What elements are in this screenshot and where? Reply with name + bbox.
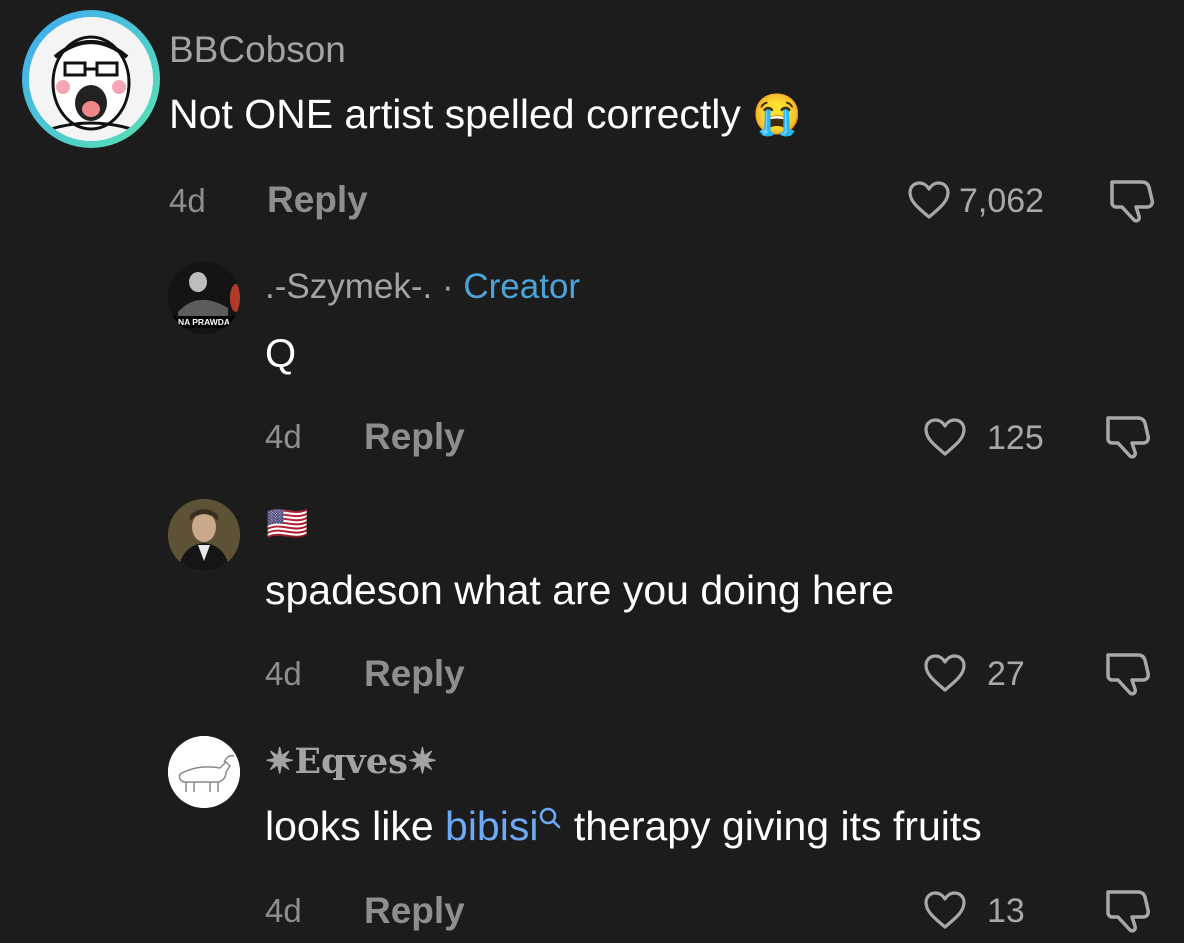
heart-icon[interactable] [907, 180, 951, 220]
portrait-avatar-image [168, 499, 240, 571]
comment-body-start: looks like [265, 803, 446, 849]
reply-button[interactable]: Reply [267, 178, 368, 222]
comment-username[interactable]: BBCobson [169, 28, 346, 72]
avatar-caption: NA PRAWDA [178, 317, 230, 327]
comment-timestamp: 4d [265, 655, 302, 692]
heart-icon[interactable] [923, 653, 967, 693]
dislike-icon[interactable] [1108, 178, 1158, 224]
search-link[interactable]: bibisi [445, 803, 538, 849]
comment-username[interactable]: ✷Eqves✷ [265, 740, 437, 784]
comment-text: Not ONE artist spelled correctly 😭 [169, 90, 802, 139]
comment-body: spadeson what are you doing here [265, 567, 895, 613]
comment-text: looks like bibisi therapy giving its fru… [265, 802, 982, 850]
comment-body-end: therapy giving its fruits [562, 803, 982, 849]
comment-timestamp: 4d [265, 418, 302, 455]
reply-button[interactable]: Reply [364, 889, 465, 933]
comment-header: .-Szymek-. · Creator [265, 265, 580, 309]
avatar[interactable] [22, 10, 160, 148]
comment-timestamp: 4d [265, 892, 302, 929]
dislike-icon[interactable] [1104, 651, 1154, 697]
search-icon[interactable] [538, 806, 562, 830]
avatar[interactable] [168, 736, 240, 808]
avatar[interactable]: NA PRAWDA [168, 262, 240, 334]
goat-sketch-avatar-image [168, 736, 240, 808]
wojak-avatar-image [29, 17, 153, 141]
like-count: 13 [987, 892, 1025, 930]
heart-icon[interactable] [923, 417, 967, 457]
comment-timestamp: 4d [169, 182, 206, 219]
avatar[interactable] [168, 499, 240, 571]
flag-icon: 🇺🇸 [266, 505, 309, 543]
comment-body: Not ONE artist spelled correctly [169, 91, 741, 137]
comment-body: Q [265, 332, 297, 376]
header-separator: · [441, 267, 454, 306]
crying-emoji: 😭 [752, 93, 803, 137]
reply-button[interactable]: Reply [364, 415, 465, 459]
like-count: 27 [987, 655, 1025, 693]
dislike-icon[interactable] [1104, 888, 1154, 934]
comment-username[interactable]: .-Szymek-. [265, 267, 432, 306]
heart-icon[interactable] [923, 890, 967, 930]
reply-button[interactable]: Reply [364, 652, 465, 696]
like-count: 125 [987, 419, 1044, 457]
dislike-icon[interactable] [1104, 414, 1154, 460]
like-count: 7,062 [959, 182, 1045, 220]
avatar-image: NA PRAWDA [168, 262, 240, 334]
creator-badge: Creator [463, 267, 581, 306]
